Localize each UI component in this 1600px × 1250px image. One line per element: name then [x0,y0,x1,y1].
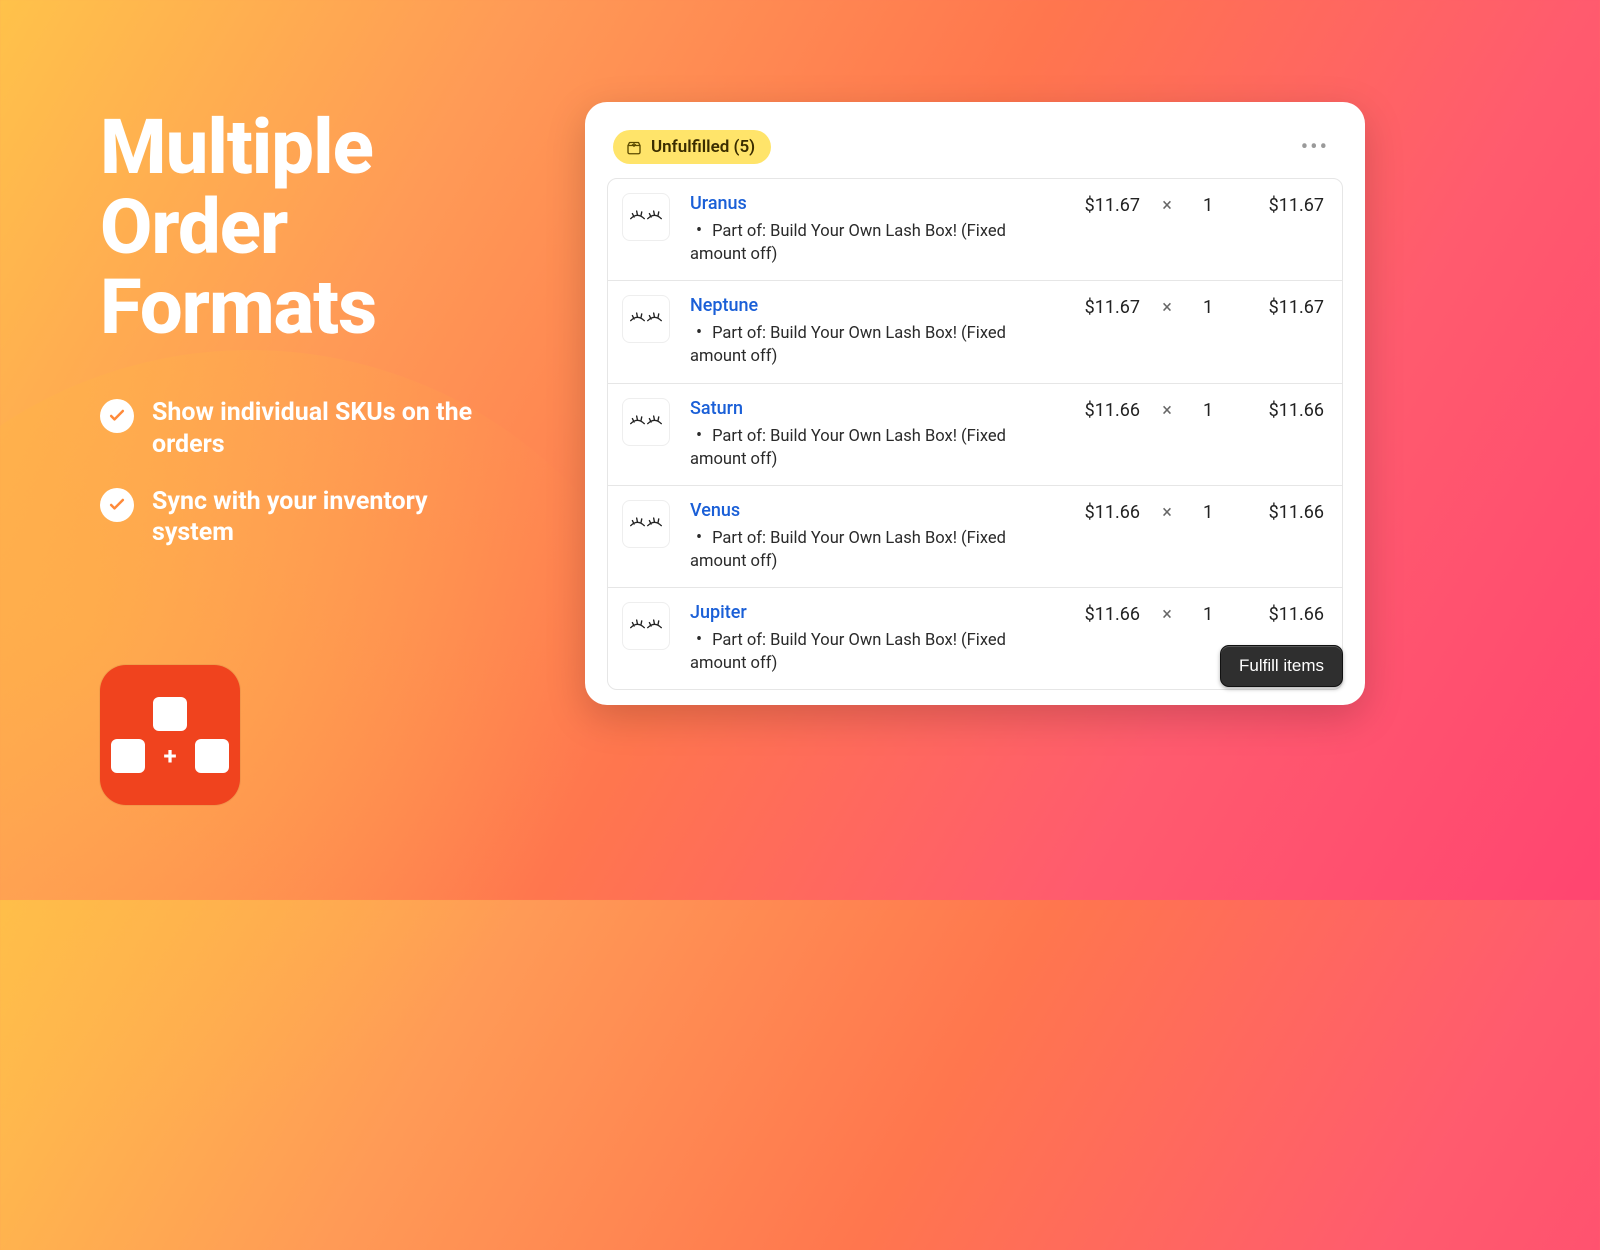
quantity: 1 [1194,500,1222,523]
hero-copy: Multiple Order Formats Show individual S… [100,108,540,574]
order-line-item: Uranus Part of: Build Your Own Lash Box!… [608,179,1342,281]
feature-row: Sync with your inventory system [100,486,540,549]
check-icon [100,399,134,433]
fulfill-items-button[interactable]: Fulfill items [1220,645,1343,687]
product-thumbnail [622,602,670,650]
product-subtext: Part of: Build Your Own Lash Box! (Fixed… [690,525,1048,573]
order-line-item: Saturn Part of: Build Your Own Lash Box!… [608,384,1342,486]
line-total: $11.67 [1234,193,1324,216]
quantity: 1 [1194,295,1222,318]
order-item-list: Uranus Part of: Build Your Own Lash Box!… [607,178,1343,690]
product-thumbnail [622,295,670,343]
line-total: $11.66 [1234,500,1324,523]
logo-block-icon [195,739,229,773]
lashes-icon [629,514,663,534]
multiply-symbol: × [1152,602,1182,625]
multiply-symbol: × [1152,500,1182,523]
page-title: Multiple Order Formats [100,108,540,347]
badge-label: Unfulfilled (5) [651,137,755,157]
line-total: $11.67 [1234,295,1324,318]
title-line: Multiple [100,108,540,188]
feature-text: Sync with your inventory system [152,486,482,549]
logo-block-icon [111,739,145,773]
unit-price: $11.67 [1060,295,1140,318]
unit-price: $11.66 [1060,398,1140,421]
product-thumbnail [622,500,670,548]
product-link[interactable]: Venus [690,500,1048,521]
multiply-symbol: × [1152,295,1182,318]
product-link[interactable]: Neptune [690,295,1048,316]
product-subtext: Part of: Build Your Own Lash Box! (Fixed… [690,218,1048,266]
multiply-symbol: × [1152,193,1182,216]
quantity: 1 [1194,193,1222,216]
quantity: 1 [1194,602,1222,625]
unit-price: $11.66 [1060,500,1140,523]
status-badge[interactable]: Unfulfilled (5) [613,130,771,164]
order-line-item: Venus Part of: Build Your Own Lash Box! … [608,486,1342,588]
product-subtext: Part of: Build Your Own Lash Box! (Fixed… [690,423,1048,471]
product-thumbnail [622,398,670,446]
line-total: $11.66 [1234,398,1324,421]
feature-text: Show individual SKUs on the orders [152,397,482,460]
title-line: Formats [100,268,540,348]
unit-price: $11.67 [1060,193,1140,216]
product-thumbnail [622,193,670,241]
app-logo-tile: + [100,665,240,805]
product-link[interactable]: Uranus [690,193,1048,214]
feature-row: Show individual SKUs on the orders [100,397,540,460]
lashes-icon [629,207,663,227]
line-total: $11.66 [1234,602,1324,625]
more-menu-icon[interactable]: ••• [1293,131,1337,164]
order-line-item: Neptune Part of: Build Your Own Lash Box… [608,281,1342,383]
multiply-symbol: × [1152,398,1182,421]
lashes-icon [629,412,663,432]
feature-list: Show individual SKUs on the orders Sync … [100,397,540,548]
product-subtext: Part of: Build Your Own Lash Box! (Fixed… [690,627,1048,675]
unfulfilled-icon [625,138,643,156]
card-header: Unfulfilled (5) ••• [607,124,1343,178]
title-line: Order [100,188,540,268]
product-link[interactable]: Saturn [690,398,1048,419]
plus-icon: + [153,739,187,773]
unit-price: $11.66 [1060,602,1140,625]
order-card: Unfulfilled (5) ••• Uranus Part of: Buil… [585,102,1365,705]
quantity: 1 [1194,398,1222,421]
logo-block-icon [153,697,187,731]
lashes-icon [629,309,663,329]
lashes-icon [629,616,663,636]
check-icon [100,488,134,522]
product-link[interactable]: Jupiter [690,602,1048,623]
product-subtext: Part of: Build Your Own Lash Box! (Fixed… [690,320,1048,368]
